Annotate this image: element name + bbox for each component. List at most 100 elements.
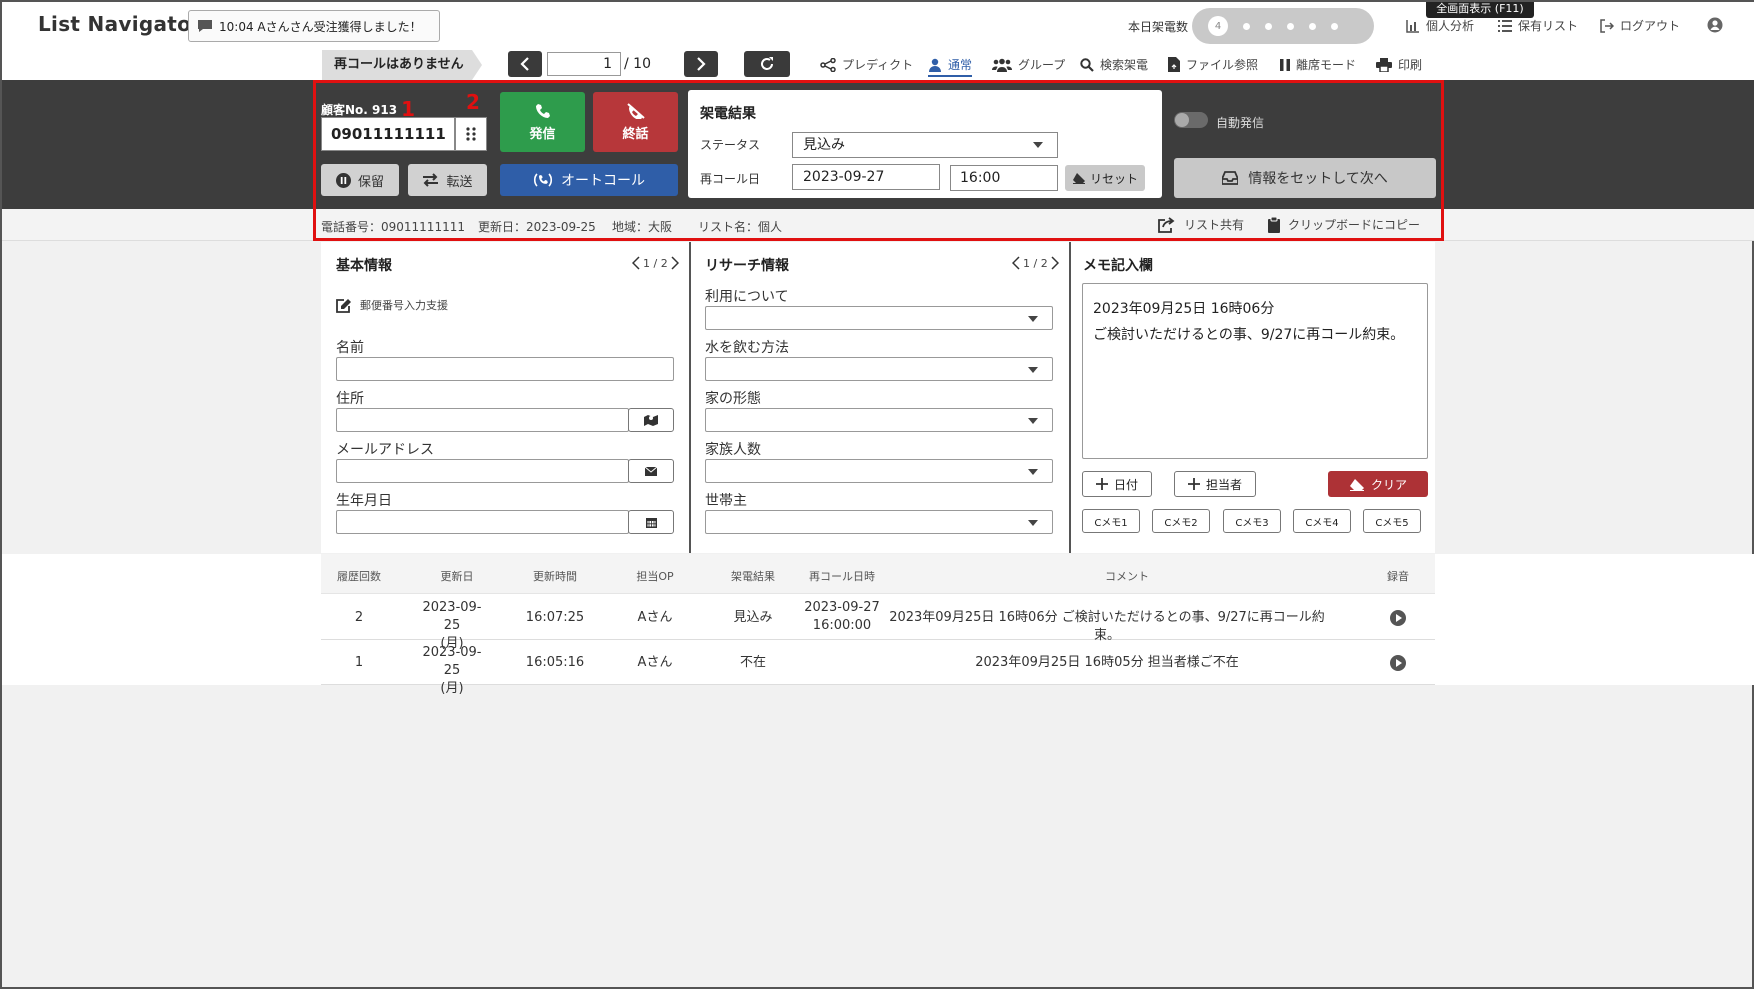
app-logo: List Navigator. bbox=[38, 12, 207, 36]
cmemo-2-button[interactable]: Cメモ2 bbox=[1152, 509, 1210, 533]
memo-textarea[interactable]: 2023年09月25日 16時06分 ご検討いただけるとの事、9/27に再コール… bbox=[1082, 283, 1428, 459]
clear-memo-button[interactable]: クリア bbox=[1328, 471, 1428, 497]
col-date: 更新日 bbox=[440, 570, 474, 583]
nav-owned-list[interactable]: 保有リスト bbox=[1498, 17, 1578, 34]
cell-operator: Aさん bbox=[637, 655, 673, 670]
share-icon bbox=[820, 57, 836, 72]
call-count-indicator: 4 bbox=[1192, 8, 1374, 44]
cell-date-value: 2023-09-25 bbox=[422, 645, 482, 678]
insert-operator-button[interactable]: 担当者 bbox=[1174, 471, 1256, 497]
water-method-select[interactable] bbox=[705, 357, 1053, 381]
cmemo-3-button[interactable]: Cメモ3 bbox=[1223, 509, 1281, 533]
col-time: 更新時間 bbox=[533, 570, 577, 583]
address-label: 住所 bbox=[336, 391, 364, 407]
house-type-select[interactable] bbox=[705, 408, 1053, 432]
count-dot bbox=[1309, 22, 1316, 30]
map-icon bbox=[644, 414, 658, 426]
householder-select[interactable] bbox=[705, 510, 1053, 534]
mode-label: プレディクト bbox=[842, 58, 914, 72]
insert-date-button[interactable]: 日付 bbox=[1082, 471, 1152, 497]
mode-away[interactable]: 離席モード bbox=[1280, 56, 1356, 73]
chevron-left-icon[interactable] bbox=[632, 256, 640, 270]
mail-button[interactable] bbox=[628, 459, 674, 483]
family-size-label: 家族人数 bbox=[705, 442, 761, 458]
basic-info-pager[interactable]: 1 / 2 bbox=[632, 256, 679, 270]
history-band-right bbox=[1435, 554, 1754, 685]
next-page-button[interactable] bbox=[684, 51, 718, 77]
pause-icon bbox=[1280, 58, 1290, 71]
mode-search-call[interactable]: 検索架電 bbox=[1080, 56, 1148, 73]
pager-text: 1 / 2 bbox=[643, 256, 668, 270]
nav-label: 個人分析 bbox=[1426, 19, 1475, 33]
research-info-pager[interactable]: 1 / 2 bbox=[1012, 256, 1059, 270]
cmemo-5-button[interactable]: Cメモ5 bbox=[1363, 509, 1421, 533]
memo-line: 2023年09月25日 16時06分 bbox=[1093, 301, 1275, 317]
col-operator: 担当OP bbox=[636, 570, 674, 583]
usage-select[interactable] bbox=[705, 306, 1053, 330]
cmemo-1-button[interactable]: Cメモ1 bbox=[1082, 509, 1140, 533]
fullscreen-tooltip: 全画面表示 (F11) bbox=[1426, 2, 1534, 18]
mode-file-reference[interactable]: ファイル参照 bbox=[1168, 56, 1258, 73]
email-label: メールアドレス bbox=[336, 442, 434, 458]
logout-icon bbox=[1600, 18, 1614, 33]
count-dot bbox=[1331, 22, 1338, 30]
chevron-right-icon[interactable] bbox=[1051, 256, 1059, 270]
nav-logout[interactable]: ログアウト bbox=[1600, 17, 1680, 34]
address-input[interactable] bbox=[336, 408, 629, 432]
chevron-left-icon[interactable] bbox=[1012, 256, 1020, 270]
cell-recall: 2023-09-27 16:00:00 bbox=[802, 599, 882, 635]
water-method-label: 水を飲む方法 bbox=[705, 340, 789, 356]
cell-date-value: 2023-09-25 bbox=[422, 600, 482, 633]
users-icon bbox=[992, 58, 1012, 72]
calendar-button[interactable] bbox=[628, 510, 674, 534]
file-icon bbox=[1168, 57, 1180, 72]
map-button[interactable] bbox=[628, 408, 674, 432]
chevron-down-icon bbox=[1028, 367, 1038, 373]
page-total: / 10 bbox=[624, 56, 651, 72]
family-size-select[interactable] bbox=[705, 459, 1053, 483]
plus-icon bbox=[1095, 478, 1108, 490]
chevron-right-icon[interactable] bbox=[671, 256, 679, 270]
birthdate-input[interactable] bbox=[336, 510, 629, 534]
notice-badge[interactable]: 10:04 Aさんさん受注獲得しました！ bbox=[188, 10, 440, 42]
mode-label: ファイル参照 bbox=[1186, 58, 1259, 72]
mode-print[interactable]: 印刷 bbox=[1376, 56, 1422, 73]
edit-icon bbox=[336, 298, 352, 313]
call-count-value: 4 bbox=[1208, 16, 1228, 36]
cmemo-4-button[interactable]: Cメモ4 bbox=[1293, 509, 1351, 533]
user-avatar-icon[interactable] bbox=[1707, 17, 1723, 33]
cell-result: 見込み bbox=[733, 610, 773, 625]
email-input[interactable] bbox=[336, 459, 629, 483]
mode-normal[interactable]: 通常 bbox=[928, 56, 973, 77]
cell-operator: Aさん bbox=[637, 610, 673, 625]
prev-page-button[interactable] bbox=[508, 51, 542, 77]
print-icon bbox=[1376, 57, 1392, 72]
play-recording-icon[interactable] bbox=[1390, 655, 1406, 671]
postal-helper-label: 郵便番号入力支援 bbox=[360, 299, 448, 312]
eraser-icon bbox=[1349, 478, 1365, 491]
nav-label: ログアウト bbox=[1620, 19, 1681, 33]
chevron-right-icon bbox=[696, 57, 706, 71]
mode-group[interactable]: グループ bbox=[992, 56, 1065, 73]
mode-predict[interactable]: プレディクト bbox=[820, 56, 913, 73]
refresh-icon bbox=[759, 56, 775, 72]
clear-memo-label: クリア bbox=[1370, 477, 1407, 492]
play-recording-icon[interactable] bbox=[1390, 610, 1406, 626]
name-input[interactable] bbox=[336, 357, 674, 381]
highlight-frame bbox=[313, 80, 1444, 241]
call-count-label: 本日架電数 bbox=[1128, 20, 1189, 34]
plus-icon bbox=[1187, 478, 1200, 490]
mode-label: グループ bbox=[1018, 58, 1066, 72]
memo-line: ご検討いただけるとの事、9/27に再コール約束。 bbox=[1093, 327, 1405, 343]
page-number-input[interactable]: 1 bbox=[547, 52, 621, 76]
chevron-down-icon bbox=[1028, 520, 1038, 526]
name-label: 名前 bbox=[336, 340, 364, 356]
table-row: 2 2023-09-25 (月) 16:07:25 Aさん 見込み 2023-0… bbox=[321, 595, 1435, 651]
postal-helper-link[interactable]: 郵便番号入力支援 bbox=[336, 297, 448, 313]
refresh-button[interactable] bbox=[744, 51, 790, 77]
calendar-icon bbox=[645, 517, 657, 528]
cell-count: 1 bbox=[354, 655, 364, 670]
nav-personal-analysis[interactable]: 個人分析 bbox=[1406, 17, 1474, 34]
insert-operator-label: 担当者 bbox=[1205, 477, 1242, 492]
mode-label: 印刷 bbox=[1398, 58, 1423, 72]
